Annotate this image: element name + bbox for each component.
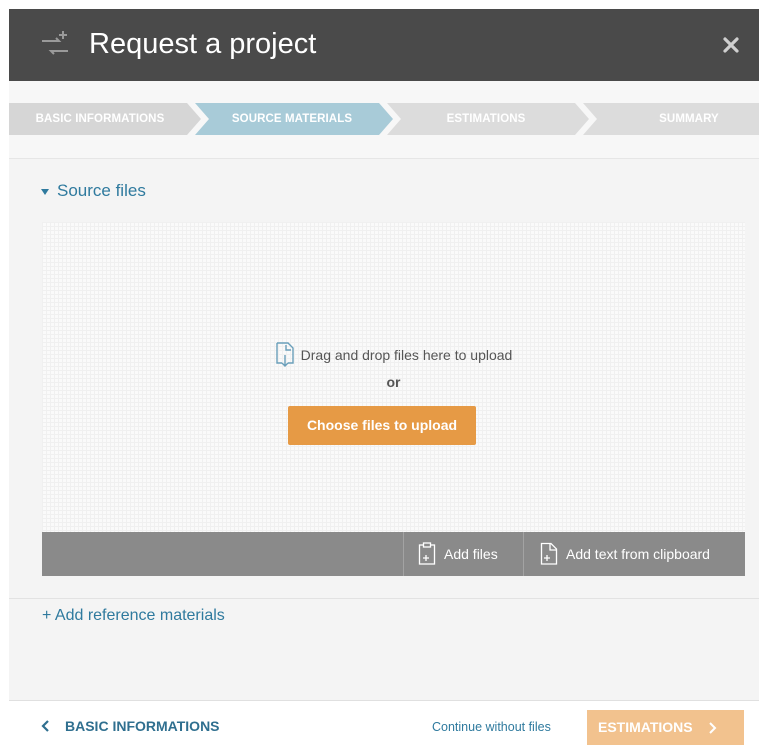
step-basic-informations[interactable]: BASIC INFORMATIONS xyxy=(15,103,185,135)
wizard-steps: BASIC INFORMATIONS SOURCE MATERIALS ESTI… xyxy=(9,81,759,159)
back-label: BASIC INFORMATIONS xyxy=(65,718,220,734)
modal-footer: BASIC INFORMATIONS Continue without file… xyxy=(9,700,759,753)
next-label: ESTIMATIONS xyxy=(598,719,693,735)
modal-title: Request a project xyxy=(89,28,317,60)
drop-hint: Drag and drop files here to upload xyxy=(42,342,745,368)
close-icon[interactable] xyxy=(717,31,745,59)
file-download-icon xyxy=(275,342,294,367)
toolbar-separator xyxy=(523,532,524,576)
section-divider xyxy=(9,598,759,599)
add-clipboard-button[interactable]: Add text from clipboard xyxy=(540,532,710,576)
source-files-toggle[interactable]: Source files xyxy=(41,181,146,201)
or-separator: or xyxy=(386,374,401,390)
file-dropzone[interactable]: Drag and drop files here to upload or Ch… xyxy=(42,222,745,532)
add-clipboard-label: Add text from clipboard xyxy=(566,546,710,562)
chevron-right-icon xyxy=(708,721,717,734)
step-source-materials[interactable]: SOURCE MATERIALS xyxy=(207,103,377,135)
add-files-button[interactable]: Add files xyxy=(418,532,498,576)
choose-files-button[interactable]: Choose files to upload xyxy=(288,406,476,445)
modal-header: Request a project xyxy=(9,9,759,81)
modal-body: Source files Drag and drop files here to… xyxy=(9,160,759,598)
next-estimations-button[interactable]: ESTIMATIONS xyxy=(587,710,744,745)
caret-down-icon xyxy=(41,189,49,195)
file-add-icon xyxy=(540,542,558,565)
clipboard-add-icon xyxy=(418,542,436,565)
step-estimations: ESTIMATIONS xyxy=(446,113,526,125)
request-project-modal: Request a project BASIC INFORMATIONS SOU… xyxy=(9,9,759,753)
continue-without-files-link[interactable]: Continue without files xyxy=(432,720,551,734)
chevron-left-icon xyxy=(41,720,49,732)
project-add-icon xyxy=(42,31,68,55)
add-files-label: Add files xyxy=(444,546,498,562)
step-summary: SUMMARY xyxy=(659,113,719,125)
drop-hint-text: Drag and drop files here to upload xyxy=(300,347,513,363)
add-reference-materials-link[interactable]: + Add reference materials xyxy=(42,607,225,625)
dropzone-toolbar: Add files Add text from clipboard xyxy=(42,532,745,576)
source-files-label: Source files xyxy=(57,181,146,200)
back-button[interactable]: BASIC INFORMATIONS xyxy=(39,718,220,734)
toolbar-separator xyxy=(403,532,404,576)
